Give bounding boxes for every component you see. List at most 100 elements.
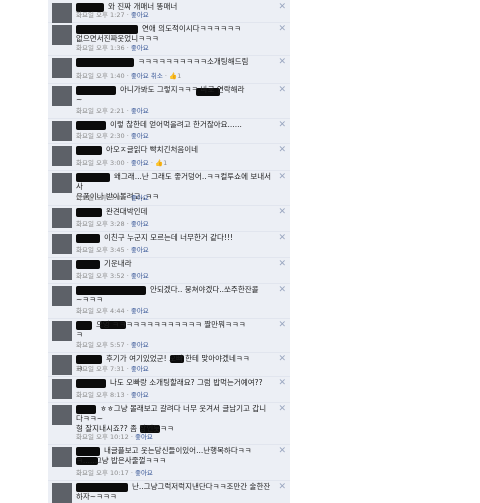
comment: 안되겠다.. 뭉쳐야겠다..쏘주한잔콜 ~ㅋㅋㅋ 화요일 오후 4:44 · 좋… [48, 283, 290, 319]
like-link[interactable]: 좋아요 [131, 194, 149, 202]
avatar[interactable] [52, 260, 72, 280]
comment-text: 나도 오빠랑 소개팅할래요? 그럼 밥먹는거예여?? [110, 378, 263, 387]
like-link[interactable]: 좋아요 [135, 433, 153, 441]
close-icon[interactable]: ✕ [278, 320, 286, 330]
comment: 왜그래...난 그래도 좋거덩어..ㅋㅋ컬투쇼에 보내서 사 은품이나 받아볼려… [48, 170, 290, 206]
avatar[interactable] [52, 173, 72, 193]
close-icon[interactable]: ✕ [278, 172, 286, 182]
avatar[interactable] [52, 321, 72, 341]
like-link[interactable]: 좋아요 [131, 272, 149, 280]
comment-text: 아오ㅈ글읽다 빡치긴처음이네 [106, 145, 199, 154]
avatar[interactable] [52, 146, 72, 166]
comment-meta: 화요일 오후 4:44 · 좋아요 [76, 307, 149, 315]
close-icon[interactable]: ✕ [278, 24, 286, 34]
like-link[interactable]: 좋아요 [131, 132, 149, 140]
timestamp[interactable]: 화요일 오후 3:52 [76, 272, 125, 280]
avatar[interactable] [52, 286, 72, 306]
comment-meta: 화요일 오후 3:52 · 좋아요 [76, 272, 149, 280]
comment-meta: 화요일 오후 5:57 · 좋아요 [76, 341, 149, 349]
comment: 연애 의도적이시다ㅋㅋㅋㅋㅋㅋ 없으면서진짜웃었니ㅋㅋㅋ 화요일 오후 1:36… [48, 22, 290, 56]
timestamp[interactable]: 화요일 오후 7:31 [76, 365, 125, 373]
comment: 완견대박인데 화요일 오후 3:28 · 좋아요 ✕ [48, 205, 290, 232]
close-icon[interactable]: ✕ [278, 378, 286, 388]
comment-text: 이친구 누군지 모르는데 너무한거 같다!!! [104, 233, 233, 242]
like-link[interactable]: 좋아요 [131, 391, 149, 399]
close-icon[interactable]: ✕ [278, 233, 286, 243]
close-icon[interactable]: ✕ [278, 404, 286, 414]
timestamp[interactable]: 화요일 오후 4:44 [76, 307, 125, 315]
timestamp[interactable]: 화요일 오후 5:57 [76, 341, 125, 349]
thumbs-up-icon: 👍 [155, 159, 164, 167]
avatar[interactable] [52, 405, 72, 425]
like-link[interactable]: 좋아요 [131, 159, 149, 167]
timestamp[interactable]: 화요일 오후 3:28 [76, 220, 125, 228]
close-icon[interactable]: ✕ [278, 57, 286, 67]
avatar[interactable] [52, 3, 72, 23]
comment-meta: 화요일 오후 3:01 · 좋아요 [76, 194, 149, 202]
close-icon[interactable]: ✕ [278, 2, 286, 12]
like-link[interactable]: 좋아요 [131, 246, 149, 254]
like-link[interactable]: 좋아요 [131, 220, 149, 228]
avatar[interactable] [52, 121, 72, 141]
timestamp[interactable]: 화요일 오후 8:13 [76, 391, 125, 399]
like-link[interactable]: 좋아요 [131, 72, 149, 80]
close-icon[interactable]: ✕ [278, 120, 286, 130]
comment-text: 이렇 찮한데 얻어먹을려고 한거잖아요...... [110, 120, 242, 129]
comment-meta: 화요일 오후 2:30 · 좋아요 [76, 132, 149, 140]
avatar[interactable] [52, 58, 72, 78]
timestamp[interactable]: 화요일 오후 10:17 [76, 469, 129, 477]
avatar[interactable] [52, 234, 72, 254]
close-icon[interactable]: ✕ [278, 446, 286, 456]
avatar[interactable] [52, 355, 72, 375]
timestamp[interactable]: 화요일 오후 3:45 [76, 246, 125, 254]
avatar[interactable] [52, 483, 72, 503]
comment-text: 기운내라 [104, 259, 132, 268]
like-link[interactable]: 좋아요 [131, 341, 149, 349]
comment-text: ㅋㅋㅋㅋㅋㅋㅋㅋㅋㅋ소개팅해드림 [138, 57, 249, 66]
comment: 후기가 여기있었군! 오빠 한테 맞아야겠네ㅋㅋ ㅋ 화요일 오후 7:31 ·… [48, 352, 290, 377]
timestamp[interactable]: 화요일 오후 1:36 [76, 44, 125, 52]
timestamp[interactable]: 화요일 오후 2:30 [76, 132, 125, 140]
close-icon[interactable]: ✕ [278, 285, 286, 295]
comment-meta: 화요일 오후 2:21 · 좋아요 [76, 107, 149, 115]
avatar[interactable] [52, 447, 72, 467]
timestamp[interactable]: 화요일 오후 10:12 [76, 433, 129, 441]
close-icon[interactable]: ✕ [278, 482, 286, 492]
comment-meta: 화요일 오후 7:31 · 좋아요 [76, 365, 149, 373]
close-icon[interactable]: ✕ [278, 145, 286, 155]
comment-text: 안되겠다.. 뭉쳐야겠다..쏘주한잔콜 ~ㅋㅋㅋ [76, 285, 259, 304]
timestamp[interactable]: 화요일 오후 1:27 [76, 11, 125, 19]
comment: 이친구 누군지 모르는데 너무한거 같다!!! 화요일 오후 3:45 · 좋아… [48, 231, 290, 258]
timestamp[interactable]: 화요일 오후 2:21 [76, 107, 125, 115]
timestamp[interactable]: 화요일 오후 3:01 [76, 194, 125, 202]
like-link[interactable]: 좋아요 [131, 44, 149, 52]
avatar[interactable] [52, 86, 72, 106]
like-count: 1 [163, 159, 168, 167]
comment-text: ㅎㅎ그냥 몰래보고 갈려다 너무 웃겨서 글남기고 갑니 다ㅋㅋ~ 형 잘지내시… [76, 404, 267, 433]
timestamp[interactable]: 화요일 오후 1:40 [76, 72, 125, 80]
comment-text: 으엉 ㅋㅋㅋㅋㅋㅋㅋㅋㅋㅋㅋㅋㅋ 짤만뭐ㅋㅋㅋ ㅋ [76, 320, 246, 339]
avatar[interactable] [52, 25, 72, 45]
comment: 아니가봐도 그렇지ㅋㅋㅋ 바로 연락해라 ~ 화요일 오후 2:21 · 좋아요… [48, 83, 290, 119]
close-icon[interactable]: ✕ [278, 259, 286, 269]
comment-meta: 화요일 오후 10:12 · 좋아요 [76, 433, 153, 441]
like-count: 1 [177, 72, 182, 80]
close-icon[interactable]: ✕ [278, 354, 286, 364]
comment: 아오ㅈ글읽다 빡치긴처음이네 화요일 오후 3:00 · 좋아요 · 👍1 ✕ [48, 143, 290, 171]
close-icon[interactable]: ✕ [278, 85, 286, 95]
avatar[interactable] [52, 208, 72, 228]
timestamp[interactable]: 화요일 오후 3:00 [76, 159, 125, 167]
comment-text: 완견대박인데 [106, 207, 148, 216]
avatar[interactable] [52, 379, 72, 399]
close-icon[interactable]: ✕ [278, 207, 286, 217]
like-link[interactable]: 좋아요 [131, 307, 149, 315]
comment-meta: 화요일 오후 1:27 · 좋아요 [76, 11, 149, 19]
comment-meta: 화요일 오후 3:45 · 좋아요 [76, 246, 149, 254]
like-link[interactable]: 좋아요 [131, 107, 149, 115]
comment: 이렇 찮한데 얻어먹을려고 한거잖아요...... 화요일 오후 2:30 · … [48, 118, 290, 144]
like-link[interactable]: 좋아요 [131, 11, 149, 19]
like-link[interactable]: 좋아요 [131, 365, 149, 373]
like-link[interactable]: 좋아요 [135, 469, 153, 477]
comment-meta: 화요일 오후 3:00 · 좋아요 · 👍1 [76, 159, 168, 167]
unlike-link[interactable]: 취소 [151, 72, 163, 80]
